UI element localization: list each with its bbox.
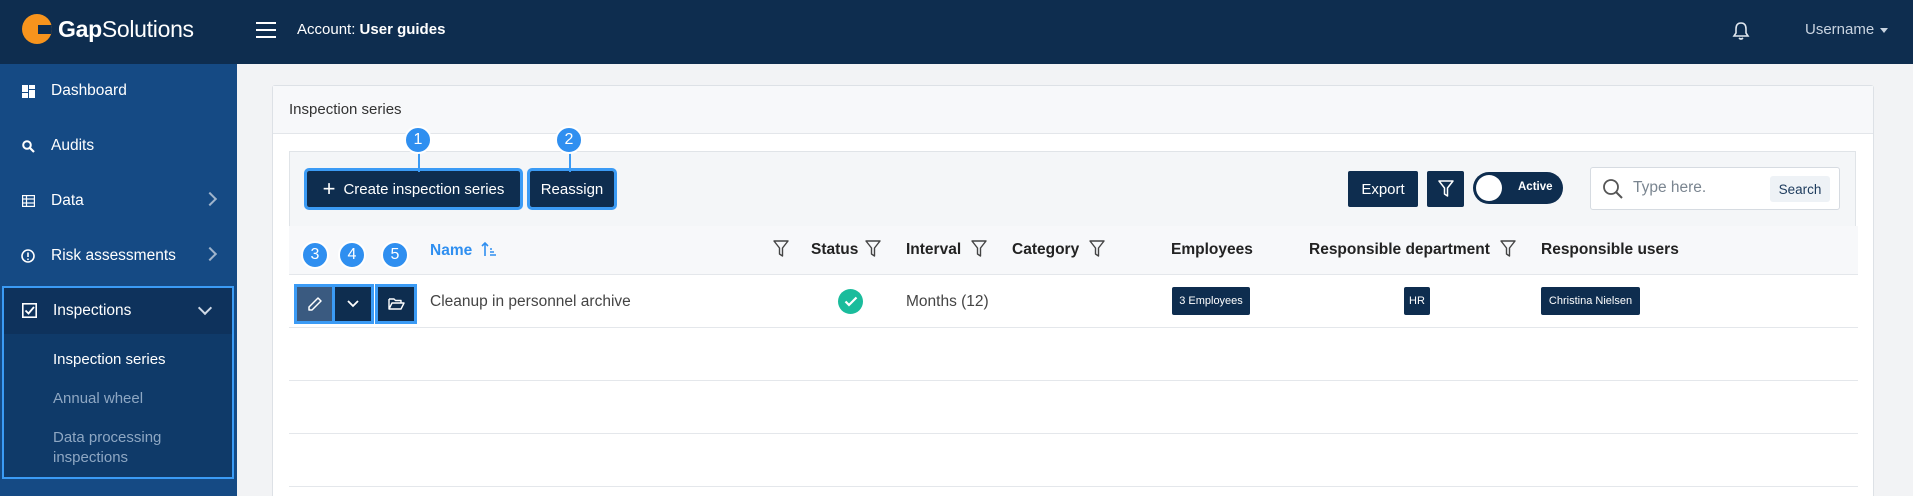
open-folder-button[interactable] [375,284,417,324]
callout-marker-2: 2 [555,126,583,154]
sidebar: Dashboard Audits Data Risk assessments I… [0,64,237,496]
callout-marker-3: 3 [301,241,329,269]
sidebar-item-dashboard[interactable]: Dashboard [0,64,237,118]
alert-circle-icon [20,248,36,264]
checkbox-icon [22,303,38,319]
sidebar-item-data[interactable]: Data [0,174,237,228]
row-dropdown-button[interactable] [332,284,374,324]
bell-icon[interactable] [1731,20,1751,42]
user-menu[interactable]: Username [1805,21,1889,38]
department-badge[interactable]: HR [1404,287,1430,315]
active-toggle[interactable]: Active [1473,172,1563,204]
sort-ascending-icon [480,241,496,256]
logo-mark-icon [22,14,52,44]
column-header-responsible-users[interactable]: Responsible users [1541,241,1679,259]
row-divider [289,327,1858,328]
logo-text: GapSolutions [58,15,194,42]
plus-icon: + [322,176,336,201]
filter-name-icon[interactable] [773,240,789,258]
column-header-employees[interactable]: Employees [1171,241,1253,259]
caret-down-icon [1880,27,1889,33]
sidebar-item-risk-assessments[interactable]: Risk assessments [0,229,237,283]
export-button[interactable]: Export [1348,171,1418,207]
chevron-right-icon [202,191,218,207]
sidebar-item-audits[interactable]: Audits [0,119,237,173]
row-divider [289,274,1858,275]
dashboard-icon [20,83,36,99]
filter-button[interactable] [1427,171,1464,207]
callout-marker-5: 5 [381,241,409,269]
sidebar-inspections-group: Inspections Inspection series Annual whe… [2,286,234,479]
sidebar-subitem-data-processing[interactable]: Data processing inspections [53,428,161,468]
sidebar-item-inspections[interactable]: Inspections [4,288,232,334]
page-title: Inspection series [289,101,402,118]
responsible-user-badge[interactable]: Christina Nielsen [1541,287,1640,315]
edit-button[interactable] [294,284,336,324]
filter-status-icon[interactable] [865,240,881,258]
row-interval: Months (12) [906,293,989,310]
row-divider [289,380,1858,381]
search-icon [1603,179,1623,199]
row-divider [289,433,1858,434]
filter-icon [1437,180,1454,197]
chevron-down-icon [347,300,359,308]
sidebar-subitem-annual-wheel[interactable]: Annual wheel [53,389,143,409]
column-header-name[interactable]: Name [430,241,497,260]
search-input[interactable] [1633,179,1763,197]
account-label: Account: User guides [297,21,446,38]
search-box: Search [1590,167,1840,210]
column-header-interval[interactable]: Interval [906,241,961,259]
chevron-right-icon [202,246,218,262]
column-header-category[interactable]: Category [1012,241,1079,259]
menu-icon[interactable] [256,22,276,38]
filter-category-icon[interactable] [1089,240,1105,258]
employees-badge[interactable]: 3 Employees [1172,287,1250,315]
account-name: User guides [359,21,446,38]
column-header-status[interactable]: Status [811,241,858,259]
status-active-icon [838,289,863,314]
toggle-knob [1476,175,1502,201]
search-icon [20,138,36,154]
row-name[interactable]: Cleanup in personnel archive [430,293,631,311]
column-header-responsible-department[interactable]: Responsible department [1309,241,1490,259]
callout-marker-4: 4 [338,241,366,269]
top-bar: GapSolutions Account: User guides Userna… [0,0,1913,64]
panel-header: Inspection series [273,86,1873,134]
filter-interval-icon[interactable] [971,240,987,258]
folder-open-icon [387,298,405,310]
search-button[interactable]: Search [1770,176,1830,202]
chevron-down-icon [197,300,213,316]
logo[interactable]: GapSolutions [22,14,194,44]
sidebar-subitem-inspection-series[interactable]: Inspection series [53,350,166,370]
marker-connector [418,152,420,172]
callout-marker-1: 1 [404,126,432,154]
reassign-button[interactable]: Reassign [527,168,617,210]
filter-department-icon[interactable] [1500,240,1516,258]
marker-connector [569,152,571,172]
row-divider [289,486,1858,487]
create-inspection-series-button[interactable]: + Create inspection series [304,168,523,210]
pencil-icon [308,297,322,311]
table-icon [20,193,36,209]
